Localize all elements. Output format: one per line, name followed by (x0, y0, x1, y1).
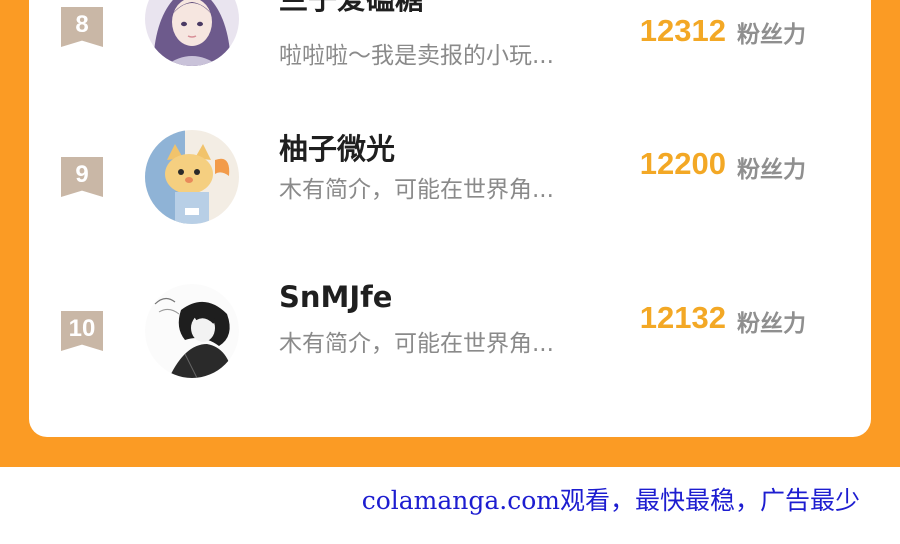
user-avatar[interactable] (145, 130, 239, 224)
user-bio: 木有简介，可能在世界角... (279, 177, 554, 203)
ranking-row[interactable]: 10 SnMJfe 木有简介，可能在世界角... 12132 粉丝力 (29, 275, 871, 395)
anime-girl-purple-hair-icon (145, 0, 239, 66)
ranking-row[interactable]: 8 兰子爱磕糖 啦啦啦～我是卖报的小玩... 12312 粉丝力 (29, 0, 871, 100)
rank-badge: 9 (61, 157, 103, 197)
fan-unit-label: 粉丝力 (737, 157, 806, 183)
user-avatar[interactable] (145, 0, 239, 66)
ranking-card: 8 兰子爱磕糖 啦啦啦～我是卖报的小玩... 12312 粉丝力 9 (29, 0, 871, 437)
fan-unit-label: 粉丝力 (737, 311, 806, 337)
fan-unit-label: 粉丝力 (737, 22, 806, 48)
ranking-row[interactable]: 9 柚子微光 木有简介，可能在世界角... 12200 粉丝力 (29, 120, 871, 240)
fan-count: 12312 (639, 13, 726, 48)
rank-badge: 8 (61, 7, 103, 47)
user-name[interactable]: 柚子微光 (279, 126, 395, 168)
site-watermark: colamanga.com观看，最快最稳，广告最少 (361, 486, 860, 515)
fan-count: 12132 (639, 300, 726, 335)
user-bio: 木有简介，可能在世界角... (279, 331, 554, 357)
user-name[interactable]: 兰子爱磕糖 (279, 0, 424, 18)
user-bio: 啦啦啦～我是卖报的小玩... (279, 43, 554, 69)
cartoon-fox-icon (145, 130, 239, 224)
fan-count: 12200 (639, 146, 726, 181)
sketch-figure-icon (145, 284, 239, 378)
user-avatar[interactable] (145, 284, 239, 378)
rank-badge: 10 (61, 311, 103, 351)
user-name[interactable]: SnMJfe (279, 280, 392, 314)
